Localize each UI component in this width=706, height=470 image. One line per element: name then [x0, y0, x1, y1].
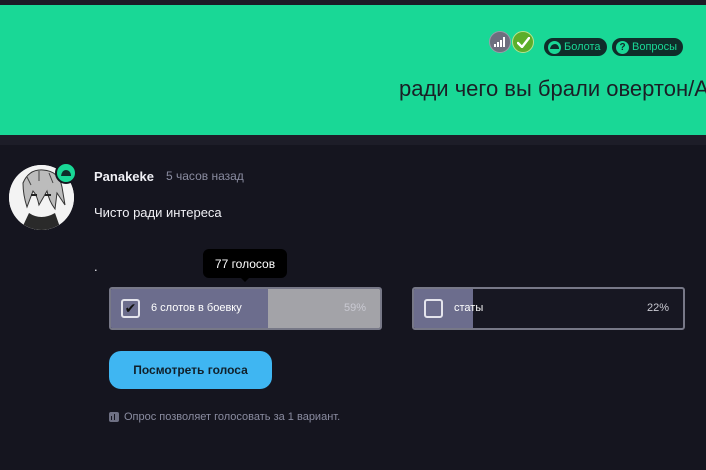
poll-option-2-label: статы [454, 302, 484, 314]
banner-divider [0, 135, 706, 145]
poll-option-1[interactable]: ✔ 6 слотов в боевку 59% [109, 287, 382, 330]
turtle-icon [548, 40, 561, 54]
tag-questions-label: Вопросы [632, 41, 678, 53]
poll-option-2[interactable]: статы 22% [412, 287, 685, 330]
tag-swamp[interactable]: Болота [544, 38, 607, 56]
post-text: Чисто ради интереса [94, 205, 222, 220]
page-title: ради чего вы брали овертон/А [399, 76, 706, 101]
poll-chart-icon [109, 412, 119, 422]
turtle-badge-icon [55, 162, 77, 184]
votes-tooltip: 77 голосов [203, 249, 287, 278]
poll-note: Опрос позволяет голосовать за 1 вариант. [109, 411, 340, 423]
checkbox-unchecked[interactable] [424, 299, 443, 318]
post-text-dot: . [94, 259, 98, 274]
tag-swamp-label: Болота [564, 41, 601, 53]
check-icon[interactable] [512, 31, 534, 53]
poll-option-1-percent: 59% [343, 302, 366, 314]
author-name[interactable]: Panakeke [94, 169, 154, 184]
poll-option-2-percent: 22% [646, 302, 669, 314]
poll-option-1-label: 6 слотов в боевку [151, 302, 242, 314]
post-timestamp[interactable]: 5 часов назад [166, 169, 244, 183]
question-icon: ? [616, 40, 629, 54]
view-votes-button[interactable]: Посмотреть голоса [109, 351, 272, 389]
header-banner [0, 5, 706, 135]
checkbox-checked[interactable]: ✔ [121, 299, 140, 318]
signal-bars-icon[interactable] [489, 31, 511, 53]
tag-questions[interactable]: ? Вопросы [612, 38, 684, 56]
tooltip-arrow [240, 277, 250, 282]
poll-note-text: Опрос позволяет голосовать за 1 вариант. [124, 411, 341, 423]
